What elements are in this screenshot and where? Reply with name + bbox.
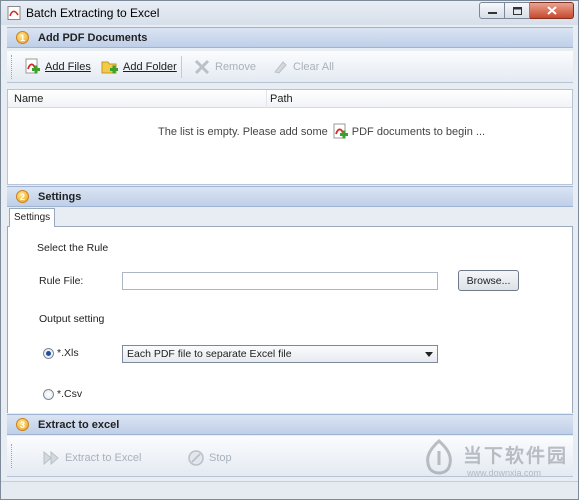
- section-settings: 2 Settings: [7, 186, 573, 207]
- maximize-icon: [512, 6, 522, 15]
- title-bar[interactable]: Batch Extracting to Excel: [1, 1, 578, 25]
- minimize-icon: [487, 11, 497, 14]
- toolbar-grip[interactable]: [11, 55, 14, 79]
- add-folder-label: Add Folder: [123, 61, 177, 73]
- xls-output-mode-value: Each PDF file to separate Excel file: [127, 348, 292, 360]
- watermark-sub: www.downxia.com: [467, 467, 542, 478]
- watermark-main: 当下软件园: [463, 445, 569, 467]
- column-header-path[interactable]: Path: [270, 93, 293, 105]
- section-settings-label: Settings: [38, 190, 82, 203]
- extract-arrow-icon: [43, 450, 59, 466]
- close-button[interactable]: [530, 2, 574, 19]
- watermark-text: 当下软件园 www.downxia.com: [463, 441, 568, 478]
- add-folder-icon: [101, 61, 118, 74]
- pdf-file-list[interactable]: Name Path The list is empty. Please add …: [7, 89, 573, 185]
- add-pdf-file-icon: [25, 58, 40, 74]
- xls-output-mode-select[interactable]: Each PDF file to separate Excel file: [122, 345, 438, 363]
- stop-label: Stop: [209, 452, 232, 464]
- remove-button[interactable]: Remove: [193, 58, 256, 76]
- stop-icon: [188, 450, 204, 466]
- add-files-label: Add Files: [45, 61, 91, 73]
- empty-message-prefix: The list is empty. Please add some: [158, 126, 328, 138]
- dropdown-arrow-icon: [425, 352, 433, 357]
- section-extract-label: Extract to excel: [38, 418, 120, 431]
- clear-all-button[interactable]: Clear All: [271, 58, 334, 76]
- output-setting-heading: Output setting: [39, 313, 105, 325]
- remove-icon: [194, 59, 210, 75]
- window-title: Batch Extracting to Excel: [26, 6, 160, 20]
- maximize-button[interactable]: [505, 2, 530, 19]
- stop-button[interactable]: Stop: [187, 449, 232, 467]
- toolbar-grip[interactable]: [11, 444, 14, 468]
- step-2-badge: 2: [16, 190, 29, 203]
- settings-panel: Select the Rule Rule File: Browse... Out…: [7, 227, 573, 413]
- window-controls: [479, 2, 574, 19]
- minimize-button[interactable]: [479, 2, 505, 19]
- rule-file-label: Rule File:: [39, 275, 84, 287]
- step-1-badge: 1: [16, 31, 29, 44]
- app-window: Batch Extracting to Excel 1 Add PDF Docu…: [0, 0, 579, 500]
- column-header-name[interactable]: Name: [14, 93, 43, 105]
- xls-radio[interactable]: [43, 348, 54, 359]
- toolbar-separator: [181, 56, 182, 78]
- section-extract: 3 Extract to excel: [7, 414, 573, 435]
- extract-button[interactable]: Extract to Excel: [43, 449, 141, 467]
- watermark-logo-icon: [426, 439, 452, 475]
- tab-settings[interactable]: Settings: [9, 208, 55, 228]
- xls-radio-label[interactable]: *.Xls: [57, 347, 79, 359]
- clear-all-label: Clear All: [293, 61, 334, 73]
- watermark: 当下软件园 www.downxia.com: [421, 439, 568, 479]
- rule-file-input[interactable]: [122, 272, 438, 290]
- status-bar: [1, 481, 578, 499]
- empty-message-suffix: PDF documents to begin ...: [351, 126, 486, 138]
- remove-label: Remove: [215, 61, 256, 73]
- pdf-document-icon: [333, 123, 348, 139]
- section-add-documents: 1 Add PDF Documents: [7, 27, 573, 48]
- add-files-button[interactable]: Add Files: [23, 58, 91, 76]
- column-divider[interactable]: [266, 90, 267, 108]
- extract-label: Extract to Excel: [65, 452, 142, 464]
- csv-radio[interactable]: [43, 389, 54, 400]
- select-rule-heading: Select the Rule: [37, 242, 109, 254]
- clear-all-icon: [274, 61, 287, 74]
- section-add-label: Add PDF Documents: [38, 31, 148, 44]
- settings-tabs: Settings: [7, 208, 573, 228]
- pdf-app-icon: [7, 6, 21, 20]
- empty-list-message: The list is empty. Please add some PDF d…: [158, 123, 485, 141]
- browse-button[interactable]: Browse...: [458, 270, 519, 291]
- close-icon: [546, 6, 557, 15]
- step-3-badge: 3: [16, 418, 29, 431]
- document-toolbar: Add Files Add Folder Remove Clear All: [7, 51, 573, 83]
- add-folder-button[interactable]: Add Folder: [101, 58, 177, 76]
- list-header: Name Path: [8, 90, 572, 108]
- csv-radio-label[interactable]: *.Csv: [57, 388, 82, 400]
